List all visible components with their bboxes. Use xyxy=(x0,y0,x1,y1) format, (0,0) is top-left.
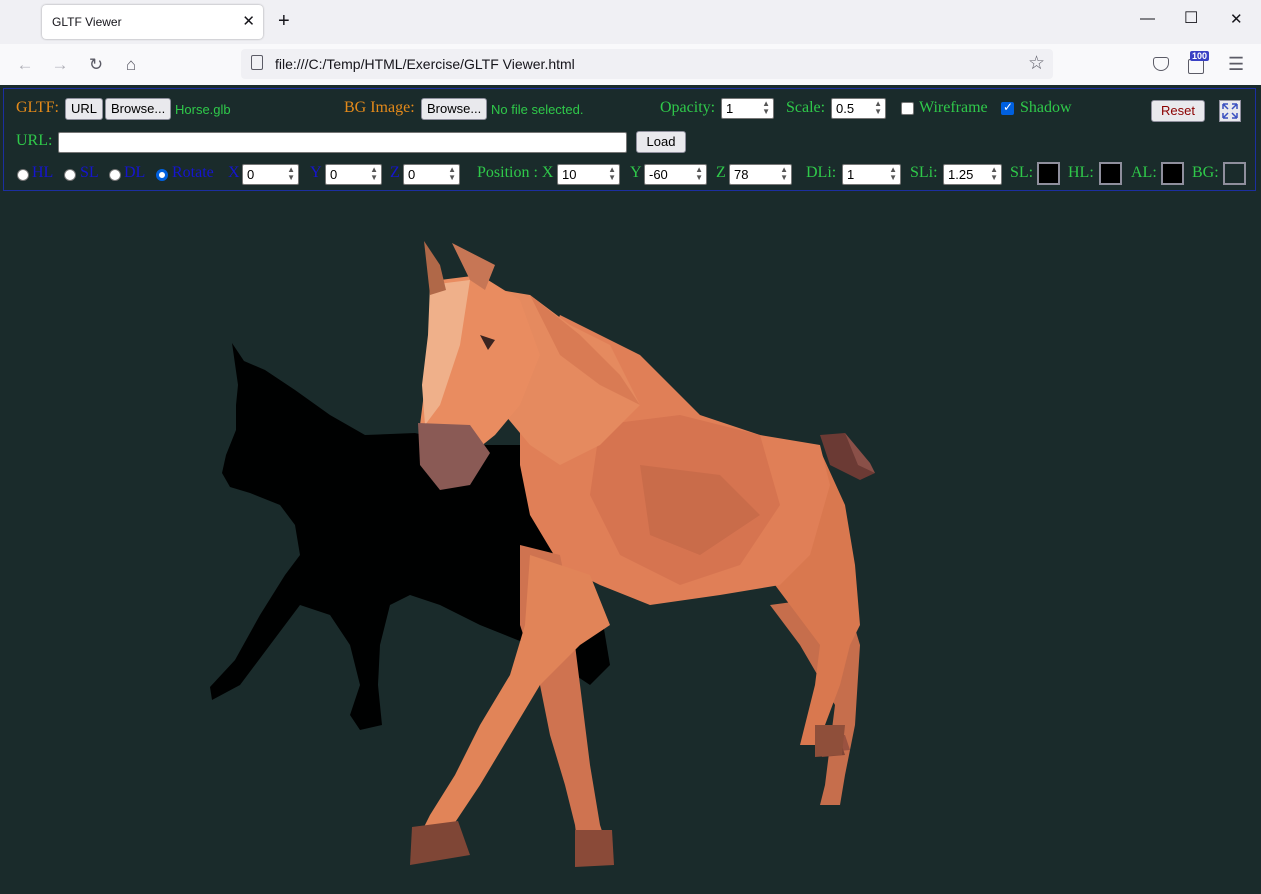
rotate-x-label: X xyxy=(228,164,240,181)
al-color-picker[interactable] xyxy=(1161,162,1184,185)
radio-sl-label: SL xyxy=(80,164,99,181)
position-y-input[interactable]: -60 ▲ ▼ xyxy=(644,164,707,185)
al-color-label: AL: xyxy=(1131,164,1157,181)
browser-nav-bar: ← → ↻ ⌂ file:///C:/Temp/HTML/Exercise/GL… xyxy=(0,44,1261,86)
rotate-y-input[interactable]: 0 ▲ ▼ xyxy=(325,164,382,185)
position-z-label: Z xyxy=(716,164,726,181)
radio-hl[interactable] xyxy=(17,169,29,181)
extension-badge: 100 xyxy=(1190,51,1210,61)
sli-input[interactable]: 1.25 ▲ ▼ xyxy=(943,164,1002,185)
address-bar[interactable]: file:///C:/Temp/HTML/Exercise/GLTF Viewe… xyxy=(241,49,1053,79)
spinner-icon[interactable]: ▲ ▼ xyxy=(874,100,882,116)
url-button[interactable]: URL xyxy=(65,98,104,120)
url-text[interactable]: file:///C:/Temp/HTML/Exercise/GLTF Viewe… xyxy=(275,56,575,72)
opacity-label: Opacity: xyxy=(660,99,716,116)
spinner-icon[interactable]: ▲ ▼ xyxy=(780,166,788,182)
control-panel: GLTF: URL Browse... Horse.glb BG Image: … xyxy=(3,88,1256,191)
fullscreen-icon xyxy=(1222,103,1238,119)
shadow-label: Shadow xyxy=(1020,99,1072,116)
position-x-label: Position : X xyxy=(477,164,554,181)
maximize-icon[interactable]: ☐ xyxy=(1184,8,1198,28)
bg-image-label: BG Image: xyxy=(344,99,415,116)
minimize-icon[interactable]: — xyxy=(1140,10,1155,27)
hl-color-picker[interactable] xyxy=(1099,162,1122,185)
rotate-y-label: Y xyxy=(310,164,322,181)
extension-icon[interactable] xyxy=(1188,59,1204,74)
load-button[interactable]: Load xyxy=(636,131,686,153)
bg-file-name: No file selected. xyxy=(491,102,584,117)
bg-color-picker[interactable] xyxy=(1223,162,1246,185)
back-icon[interactable]: ← xyxy=(15,55,35,75)
reload-icon[interactable]: ↻ xyxy=(86,55,106,75)
spinner-icon[interactable]: ▲ ▼ xyxy=(990,166,998,182)
browse-gltf-button[interactable]: Browse... xyxy=(105,98,172,120)
url-input[interactable] xyxy=(58,132,627,153)
position-z-input[interactable]: 78 ▲ ▼ xyxy=(729,164,792,185)
radio-rotate-label: Rotate xyxy=(172,164,214,181)
page-icon xyxy=(251,55,263,70)
scale-label: Scale: xyxy=(786,99,826,116)
shadow-checkbox[interactable] xyxy=(1001,100,1014,115)
rotate-z-label: Z xyxy=(390,164,400,181)
dli-label: DLi: xyxy=(806,164,837,181)
rotate-x-input[interactable]: 0 ▲ ▼ xyxy=(242,164,299,185)
new-tab-icon[interactable]: + xyxy=(278,10,290,33)
spinner-icon[interactable]: ▲ ▼ xyxy=(287,166,295,182)
bookmark-star-icon[interactable]: ☆ xyxy=(1028,52,1045,75)
tab-close-icon[interactable]: ✕ xyxy=(242,12,255,30)
radio-dl[interactable] xyxy=(109,169,121,181)
browse-bg-button[interactable]: Browse... xyxy=(421,98,488,120)
position-x-input[interactable]: 10 ▲ ▼ xyxy=(557,164,620,185)
hamburger-menu-icon[interactable]: ☰ xyxy=(1228,54,1244,75)
position-y-label: Y xyxy=(630,164,642,181)
home-icon[interactable]: ⌂ xyxy=(121,55,141,75)
browser-tab-bar: GLTF Viewer ✕ + — ☐ ✕ xyxy=(0,0,1261,44)
sli-label: SLi: xyxy=(910,164,938,181)
spinner-icon[interactable]: ▲ ▼ xyxy=(695,166,703,182)
dli-input[interactable]: 1 ▲ ▼ xyxy=(842,164,901,185)
spinner-icon[interactable]: ▲ ▼ xyxy=(448,166,456,182)
fullscreen-button[interactable] xyxy=(1219,100,1241,122)
opacity-input[interactable]: 1 ▲ ▼ xyxy=(721,98,774,119)
gltf-file-name: Horse.glb xyxy=(175,102,231,117)
wireframe-label: Wireframe xyxy=(919,99,988,116)
viewer-canvas[interactable]: GLTF: URL Browse... Horse.glb BG Image: … xyxy=(0,85,1261,894)
rotate-z-input[interactable]: 0 ▲ ▼ xyxy=(403,164,460,185)
wireframe-checkbox[interactable] xyxy=(901,102,914,115)
sl-color-picker[interactable] xyxy=(1037,162,1060,185)
scale-input[interactable]: 0.5 ▲ ▼ xyxy=(831,98,886,119)
spinner-icon[interactable]: ▲ ▼ xyxy=(608,166,616,182)
browser-tab[interactable]: GLTF Viewer ✕ xyxy=(42,5,263,39)
spinner-icon[interactable]: ▲ ▼ xyxy=(889,166,897,182)
spinner-icon[interactable]: ▲ ▼ xyxy=(762,100,770,116)
sl-color-label: SL: xyxy=(1010,164,1034,181)
tab-title: GLTF Viewer xyxy=(52,15,122,29)
radio-hl-label: HL xyxy=(32,164,54,181)
reset-button[interactable]: Reset xyxy=(1151,100,1205,122)
spinner-icon[interactable]: ▲ ▼ xyxy=(370,166,378,182)
hl-color-label: HL: xyxy=(1068,164,1094,181)
window-close-icon[interactable]: ✕ xyxy=(1230,10,1243,28)
horse-scene xyxy=(210,241,875,867)
url-label: URL: xyxy=(16,132,53,149)
radio-sl[interactable] xyxy=(64,169,76,181)
radio-rotate[interactable] xyxy=(156,169,168,181)
gltf-label: GLTF: xyxy=(16,99,59,116)
bg-color-label: BG: xyxy=(1192,164,1219,181)
radio-dl-label: DL xyxy=(124,164,146,181)
forward-icon[interactable]: → xyxy=(50,55,70,75)
pocket-icon[interactable] xyxy=(1153,57,1169,71)
